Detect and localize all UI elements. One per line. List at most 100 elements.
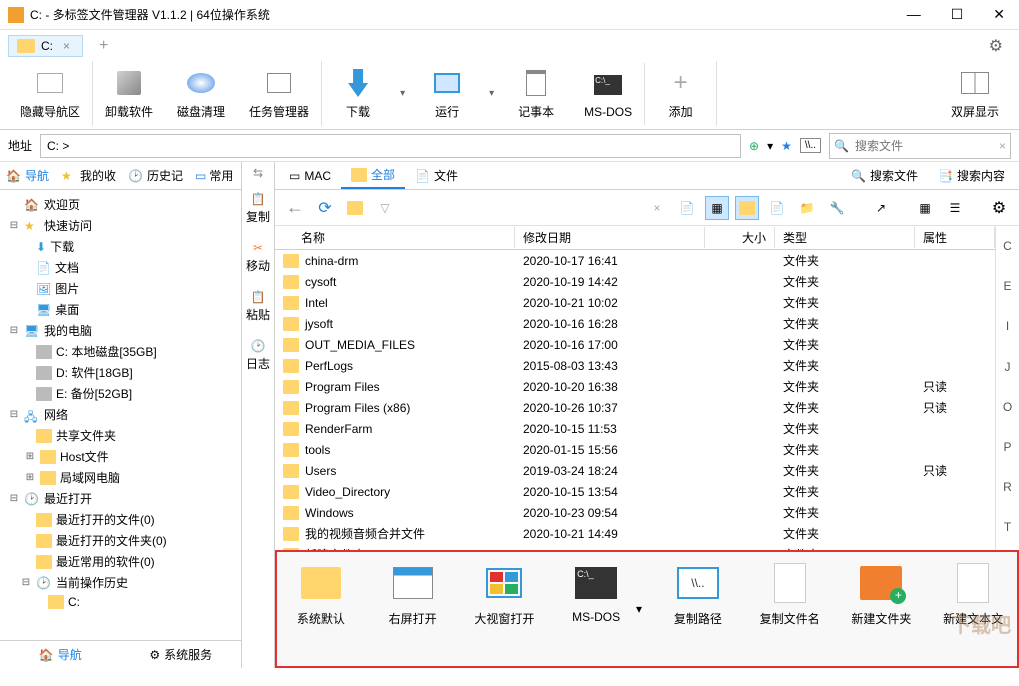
tree-drive-e[interactable]: E: 备份[52GB] (4, 383, 237, 404)
alpha-J[interactable]: J (996, 347, 1019, 387)
thumbs-icon[interactable]: ▦ (913, 196, 937, 220)
col-name[interactable]: 名称 (275, 227, 515, 248)
run-button[interactable]: 运行 (411, 61, 483, 126)
address-input[interactable] (40, 134, 741, 158)
close-button[interactable]: ✕ (987, 4, 1011, 25)
tree-downloads[interactable]: ⬇下载 (4, 236, 237, 257)
disk-clean-button[interactable]: 磁盘清理 (165, 61, 237, 126)
tree-op-c[interactable]: C: (4, 593, 237, 611)
drive-tab[interactable]: C: × (8, 35, 83, 57)
move-button[interactable]: ✂移动 (246, 237, 270, 278)
tree-drive-c[interactable]: C: 本地磁盘[35GB] (4, 341, 237, 362)
content-tab-mac[interactable]: ▭MAC (279, 165, 341, 187)
alpha-C[interactable]: C (996, 226, 1019, 266)
close-tab-icon[interactable]: × (59, 39, 74, 53)
add-tab-button[interactable]: + (91, 35, 116, 57)
content-tab-all[interactable]: 全部 (341, 162, 405, 189)
btn-new-folder[interactable]: 新建文件夹 (846, 562, 918, 627)
tab-nav[interactable]: 🏠导航 (0, 163, 55, 188)
task-manager-button[interactable]: 任务管理器 (237, 61, 322, 126)
file-row[interactable]: RenderFarm2020-10-15 11:53文件夹 (275, 418, 995, 439)
file-row[interactable]: 我的视频音频合并文件2020-10-21 14:49文件夹 (275, 523, 995, 544)
tab-favorites[interactable]: ★我的收 (55, 163, 122, 188)
tree-host[interactable]: ⊞Host文件 (4, 446, 237, 467)
search-input[interactable] (849, 134, 999, 158)
tree-share[interactable]: 共享文件夹 (4, 425, 237, 446)
btn-copy-path[interactable]: \\..复制路径 (662, 562, 734, 627)
file-row[interactable]: Intel2020-10-21 10:02文件夹 (275, 292, 995, 313)
maximize-button[interactable]: ☐ (945, 4, 970, 25)
btn-default[interactable]: 系统默认 (285, 562, 357, 627)
view2-icon[interactable]: ▦ (705, 196, 729, 220)
dropdown-icon[interactable]: ▾ (767, 139, 773, 153)
download-dropdown[interactable]: ▾ (394, 88, 411, 99)
tree-network[interactable]: ⊟🖧网络 (4, 404, 237, 425)
list-icon[interactable]: ☰ (943, 196, 967, 220)
tree-recent[interactable]: ⊟🕑最近打开 (4, 488, 237, 509)
add-button[interactable]: +添加 (645, 61, 717, 126)
notepad-button[interactable]: 记事本 (500, 61, 572, 126)
tree-desktop[interactable]: 🖥桌面 (4, 299, 237, 320)
tree-lan[interactable]: ⊞局域网电脑 (4, 467, 237, 488)
clear-search-icon[interactable]: × (999, 139, 1006, 153)
tree-op-history[interactable]: ⊟🕑当前操作历史 (4, 572, 237, 593)
btn-right-open[interactable]: 右屏打开 (377, 562, 449, 627)
run-dropdown[interactable]: ▾ (483, 88, 500, 99)
col-type[interactable]: 类型 (775, 227, 915, 248)
tree-recent-folders[interactable]: 最近打开的文件夹(0) (4, 530, 237, 551)
copy-button[interactable]: 📋复制 (246, 188, 270, 229)
alpha-E[interactable]: E (996, 266, 1019, 306)
file-row[interactable]: OUT_MEDIA_FILES2020-10-16 17:00文件夹 (275, 334, 995, 355)
back-icon[interactable]: ← (283, 196, 307, 220)
star-icon[interactable]: ★ (781, 139, 792, 153)
file-row[interactable]: tools2020-01-15 15:56文件夹 (275, 439, 995, 460)
file-row[interactable]: Program Files2020-10-20 16:38文件夹只读 (275, 376, 995, 397)
tab-common[interactable]: ▭常用 (189, 163, 239, 188)
view1-icon[interactable]: 📄 (675, 196, 699, 220)
file-row[interactable]: cysoft2020-10-19 14:42文件夹 (275, 271, 995, 292)
path-icon[interactable]: \\.. (800, 138, 821, 153)
footer-nav-button[interactable]: 🏠导航 (0, 641, 121, 668)
dual-screen-button[interactable]: 双屏显示 (939, 61, 1011, 126)
tree-mypc[interactable]: ⊟🖥我的电脑 (4, 320, 237, 341)
search-content-button[interactable]: 📑搜索内容 (928, 163, 1015, 188)
search-file-button[interactable]: 🔍搜索文件 (841, 163, 928, 188)
btn-msdos[interactable]: C:\_MS-DOS (560, 562, 632, 624)
tree-welcome[interactable]: 🏠欢迎页 (4, 194, 237, 215)
hide-nav-button[interactable]: 隐藏导航区 (8, 61, 93, 126)
folder-up-icon[interactable] (343, 196, 367, 220)
open-ext-icon[interactable]: ↗ (869, 196, 893, 220)
alpha-P[interactable]: P (996, 427, 1019, 467)
footer-sys-button[interactable]: ⚙系统服务 (121, 641, 242, 668)
tree-pictures[interactable]: 🖼图片 (4, 278, 237, 299)
file-row[interactable]: jysoft2020-10-16 16:28文件夹 (275, 313, 995, 334)
newfolder-icon[interactable]: 📁 (795, 196, 819, 220)
download-button[interactable]: 下载 (322, 61, 394, 126)
col-date[interactable]: 修改日期 (515, 227, 705, 248)
file-row[interactable]: china-drm2020-10-17 16:41文件夹 (275, 250, 995, 271)
msdos-button[interactable]: C:\_MS-DOS (572, 63, 645, 125)
tree-quick[interactable]: ⊟★快速访问 (4, 215, 237, 236)
log-button[interactable]: 🕑日志 (246, 335, 270, 376)
file-row[interactable]: Program Files (x86)2020-10-26 10:37文件夹只读 (275, 397, 995, 418)
tab-history[interactable]: 🕑历史记 (122, 163, 189, 188)
tree-recent-soft[interactable]: 最近常用的软件(0) (4, 551, 237, 572)
view4-icon[interactable]: 📄 (765, 196, 789, 220)
minimize-button[interactable]: — (901, 4, 927, 25)
file-row[interactable]: Windows2020-10-23 09:54文件夹 (275, 502, 995, 523)
view3-icon[interactable] (735, 196, 759, 220)
alpha-R[interactable]: R (996, 467, 1019, 507)
tree-drive-d[interactable]: D: 软件[18GB] (4, 362, 237, 383)
btn-copy-name[interactable]: 复制文件名 (754, 562, 826, 627)
settings-icon[interactable]: ⚙ (981, 34, 1011, 58)
alpha-O[interactable]: O (996, 387, 1019, 427)
file-row[interactable]: Users2019-03-24 18:24文件夹只读 (275, 460, 995, 481)
refresh-icon[interactable]: ⟳ (313, 196, 337, 220)
collapse-icon[interactable]: ⇆ (253, 166, 263, 180)
tree-documents[interactable]: 📄文档 (4, 257, 237, 278)
alpha-I[interactable]: I (996, 306, 1019, 346)
col-size[interactable]: 大小 (705, 227, 775, 248)
col-attr[interactable]: 属性 (915, 227, 995, 248)
new-icon[interactable]: ⊕ (749, 139, 759, 153)
paste-button[interactable]: 📋粘贴 (246, 286, 270, 327)
